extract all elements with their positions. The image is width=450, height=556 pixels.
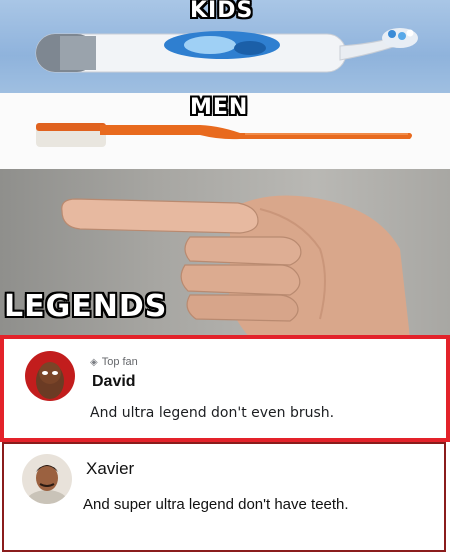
commenter-name[interactable]: David	[92, 373, 136, 391]
comment-text: And ultra legend don't even brush.	[90, 405, 335, 421]
avatar[interactable]	[22, 454, 72, 504]
legends-panel: LEGENDS	[0, 169, 450, 338]
men-panel: MEN	[0, 93, 450, 169]
comment-text: And super ultra legend don't have teeth.	[83, 496, 349, 513]
kids-label: KIDS	[190, 0, 254, 23]
kids-panel: KIDS	[0, 0, 450, 93]
commenter-name[interactable]: Xavier	[86, 459, 134, 479]
comment-xavier: Xavier And super ultra legend don't have…	[2, 442, 446, 552]
diamond-icon: ◈	[90, 357, 98, 368]
legends-label: LEGENDS	[4, 289, 168, 324]
comment-david: ◈ Top fan David And ultra legend don't ev…	[0, 335, 450, 442]
avatar[interactable]	[25, 351, 75, 401]
men-label: MEN	[190, 95, 249, 120]
top-fan-badge: ◈ Top fan	[90, 356, 138, 368]
